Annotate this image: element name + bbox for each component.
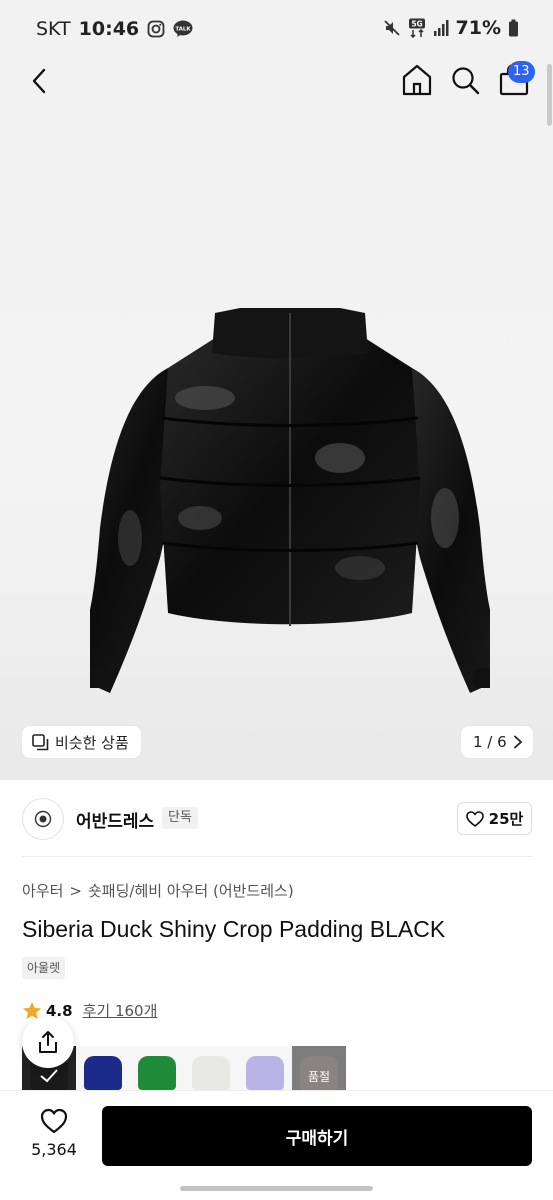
time-label: 10:46 — [78, 18, 140, 40]
breadcrumb-subcategory[interactable]: 숏패딩/헤비 아우터 (어반드레스) — [88, 880, 294, 901]
color-swatch[interactable] — [130, 1046, 184, 1092]
wishlist-count: 5,364 — [31, 1140, 77, 1159]
network-icon: 5G — [408, 18, 426, 38]
product-image-gallery[interactable] — [0, 58, 553, 780]
cart-count-badge: 13 — [508, 61, 535, 83]
breadcrumb: 아우터 > 숏패딩/헤비 아우터 (어반드레스) — [22, 880, 294, 901]
swatch-thumbnail — [246, 1056, 284, 1090]
chevron-right-icon — [513, 735, 523, 749]
review-count-link[interactable]: 후기 160개 — [83, 1000, 158, 1021]
mute-icon — [383, 19, 401, 37]
heart-icon — [40, 1108, 68, 1134]
image-counter-button[interactable]: 1 / 6 — [461, 726, 533, 758]
share-icon — [39, 1031, 57, 1053]
instagram-icon — [147, 20, 165, 38]
status-left: SKT 10:46 TALK — [36, 18, 193, 40]
color-swatch[interactable] — [238, 1046, 292, 1092]
home-icon — [402, 64, 432, 96]
scrollbar-thumb[interactable] — [547, 64, 552, 126]
home-button[interactable] — [400, 62, 434, 98]
signal-icon — [433, 19, 449, 37]
back-button[interactable] — [24, 64, 54, 98]
breadcrumb-category[interactable]: 아우터 — [22, 880, 63, 901]
checkmark-icon — [40, 1069, 58, 1083]
similar-products-button[interactable]: 비슷한 상품 — [22, 726, 141, 758]
color-swatch[interactable] — [76, 1046, 130, 1092]
search-icon — [452, 67, 480, 95]
brand-emblem-icon — [34, 810, 52, 828]
back-icon — [32, 68, 46, 94]
breadcrumb-separator: > — [69, 881, 82, 900]
product-image — [90, 308, 490, 693]
share-button[interactable] — [22, 1016, 74, 1068]
svg-text:TALK: TALK — [175, 27, 191, 33]
swatch-thumbnail — [84, 1056, 122, 1090]
exclusive-tag: 단독 — [162, 807, 198, 829]
swatch-thumbnail — [192, 1056, 230, 1090]
brand-logo[interactable] — [22, 798, 64, 840]
battery-icon — [508, 19, 519, 37]
product-title: Siberia Duck Shiny Crop Padding BLACK — [22, 916, 446, 942]
similar-items-icon — [32, 733, 49, 750]
home-indicator[interactable] — [180, 1186, 373, 1191]
divider — [22, 856, 532, 857]
soldout-label: 품절 — [307, 1070, 331, 1084]
buy-button[interactable]: 구매하기 — [102, 1106, 532, 1166]
color-swatch[interactable]: 품절 — [292, 1046, 346, 1092]
status-bar: SKT 10:46 TALK 5G 71% — [0, 0, 553, 58]
similar-products-label: 비슷한 상품 — [55, 733, 129, 752]
status-right: 5G 71% — [383, 17, 519, 39]
wishlist-button[interactable] — [40, 1108, 68, 1134]
outlet-tag: 아울렛 — [22, 957, 66, 979]
swatch-thumbnail — [138, 1056, 176, 1090]
color-swatch[interactable] — [184, 1046, 238, 1092]
search-button[interactable] — [449, 62, 483, 98]
brand-name[interactable]: 어반드레스 — [76, 807, 154, 832]
svg-text:5G: 5G — [411, 20, 422, 29]
heart-icon — [465, 810, 484, 827]
image-counter-label: 1 / 6 — [473, 733, 507, 751]
brand-like-button[interactable]: 25만 — [457, 802, 532, 835]
battery-label: 71% — [455, 17, 501, 39]
brand-like-count: 25만 — [488, 810, 524, 828]
carrier-label: SKT — [36, 18, 71, 40]
talk-icon: TALK — [173, 20, 193, 38]
